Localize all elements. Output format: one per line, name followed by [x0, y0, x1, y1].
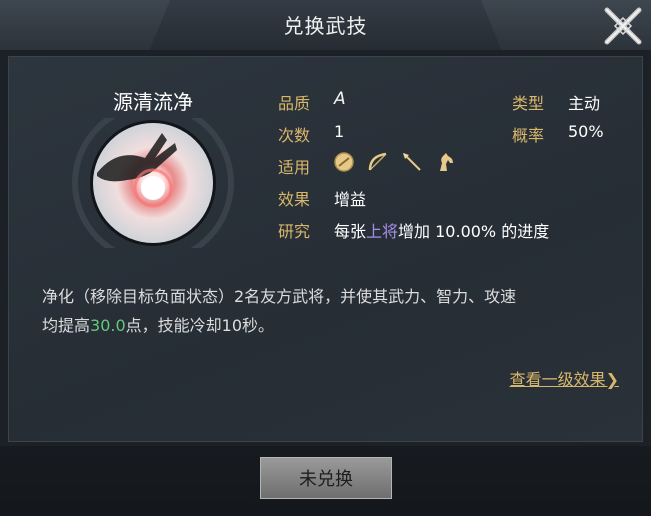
link-label: 查看一级效果 — [509, 370, 606, 389]
shield-icon — [334, 152, 354, 172]
quality-value: A — [334, 89, 346, 109]
horse-icon — [440, 153, 453, 171]
view-level1-effect-link[interactable]: 查看一级效果❯ — [510, 366, 619, 390]
research-prefix: 每张 — [334, 222, 367, 241]
type-label: 类型 — [512, 94, 545, 113]
effect-value: 增益 — [334, 190, 367, 209]
description-line-2: 均提高30.0点，技能冷却10秒。 — [42, 311, 622, 340]
research-text: 每张上将增加 10.00% 的进度 — [334, 218, 549, 242]
rate-value: 50% — [568, 122, 604, 141]
close-button[interactable] — [601, 4, 645, 48]
count-value: 1 — [334, 122, 345, 141]
exchange-button[interactable]: 未兑换 — [260, 457, 392, 499]
description-prefix: 均提高 — [42, 316, 91, 335]
description-suffix: 点，技能冷却10秒。 — [125, 316, 275, 335]
spear-icon — [403, 153, 421, 171]
apply-label: 适用 — [278, 158, 311, 177]
dialog-title: 兑换武技 — [283, 14, 368, 38]
dialog-header: 兑换武技 — [0, 0, 651, 50]
description-line-1: 净化（移除目标负面状态）2名友方武将，并使其武力、智力、攻速 — [42, 287, 517, 306]
chevron-right-icon: ❯ — [605, 370, 619, 389]
skill-name: 源清流净 — [113, 90, 193, 114]
research-label: 研究 — [278, 222, 311, 241]
count-label: 次数 — [278, 126, 311, 145]
research-suffix: 增加 10.00% 的进度 — [398, 222, 550, 241]
applicable-unit-icons — [332, 150, 458, 174]
research-general-tier: 上将 — [366, 222, 399, 241]
exchange-skill-dialog: 兑换武技 源清流净 品质 A 类型 主动 次数 1 概率 50% 适用 效果 增… — [0, 0, 651, 516]
description-bonus-value: 30.0 — [90, 316, 126, 335]
skill-description: 净化（移除目标负面状态）2名友方武将，并使其武力、智力、攻速 均提高30.0点，… — [42, 282, 622, 340]
bow-icon — [368, 152, 387, 171]
rate-label: 概率 — [512, 126, 545, 145]
close-icon — [604, 7, 642, 45]
effect-label: 效果 — [278, 190, 311, 209]
quality-label: 品质 — [278, 94, 311, 113]
type-value: 主动 — [568, 94, 601, 113]
skill-portrait — [72, 118, 234, 248]
